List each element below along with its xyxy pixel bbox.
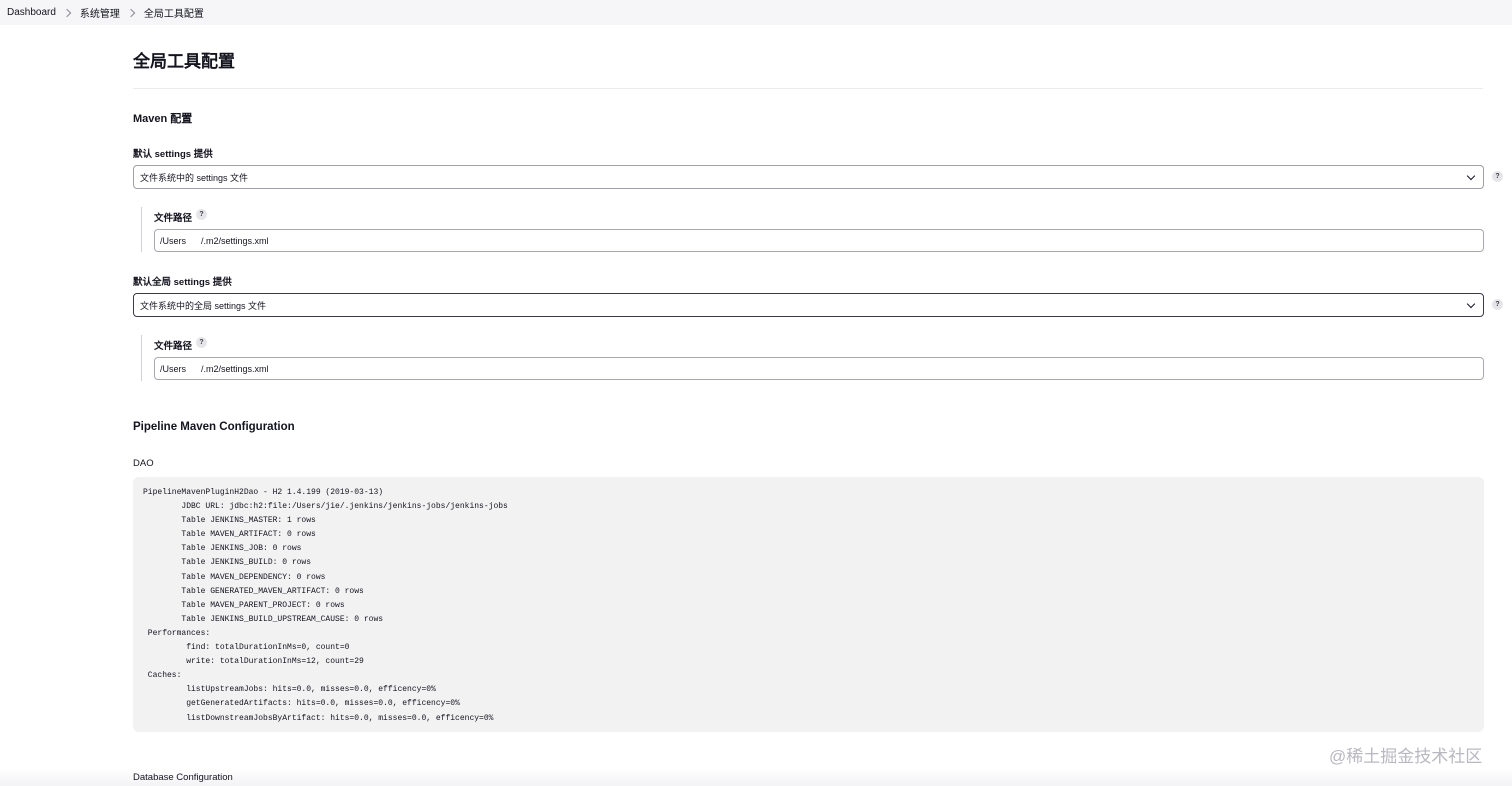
- title-divider: [133, 88, 1483, 89]
- nested-indent-bar: [141, 207, 142, 252]
- global-settings-file-path-input[interactable]: [154, 357, 1484, 380]
- dao-info-line: Table MAVEN_ARTIFACT: 0 rows: [143, 530, 316, 540]
- chevron-down-icon: [1466, 299, 1476, 309]
- page-title: 全局工具配置: [133, 52, 235, 71]
- dao-info-line: Caches:: [143, 671, 182, 681]
- dao-info-line: getGeneratedArtifacts: hits=0.0, misses=…: [143, 699, 460, 709]
- dao-info-line: Table GENERATED_MAVEN_ARTIFACT: 0 rows: [143, 586, 364, 596]
- breadcrumb-global-tool-config[interactable]: 全局工具配置: [144, 5, 204, 20]
- settings-file-path-label: 文件路径: [154, 213, 193, 224]
- chevron-right-icon: [62, 8, 72, 17]
- database-configuration-label: Database Configuration: [133, 772, 233, 783]
- default-global-settings-label: 默认全局 settings 提供: [133, 277, 232, 288]
- default-global-settings-selected-value: 文件系统中的全局 settings 文件: [140, 300, 267, 311]
- nested-indent-bar: [141, 335, 142, 381]
- default-settings-label: 默认 settings 提供: [133, 149, 213, 160]
- default-settings-select[interactable]: 文件系统中的 settings 文件: [133, 165, 1484, 189]
- default-settings-help-icon[interactable]: ?: [1492, 171, 1503, 182]
- dao-info-line: Table JENKINS_MASTER: 1 rows: [143, 516, 316, 526]
- breadcrumb: Dashboard 系统管理 全局工具配置: [0, 0, 1512, 25]
- dao-info-line: Table JENKINS_BUILD_UPSTREAM_CAUSE: 0 ro…: [143, 614, 384, 624]
- global-settings-file-path-help-icon[interactable]: ?: [196, 337, 207, 348]
- settings-file-path-help-icon[interactable]: ?: [196, 209, 207, 220]
- dao-info-line: Table MAVEN_PARENT_PROJECT: 0 rows: [143, 600, 345, 610]
- breadcrumb-dashboard[interactable]: Dashboard: [7, 7, 56, 18]
- default-global-settings-select[interactable]: 文件系统中的全局 settings 文件: [133, 293, 1484, 317]
- dao-info-line: JDBC URL: jdbc:h2:file:/Users/jie/.jenki…: [143, 502, 508, 512]
- dao-info-line: Table MAVEN_DEPENDENCY: 0 rows: [143, 572, 326, 582]
- chevron-down-icon: [1466, 171, 1476, 181]
- dao-info-line: find: totalDurationInMs=0, count=0: [143, 643, 350, 653]
- dao-info-line: Performances:: [143, 628, 211, 638]
- maven-section-title: Maven 配置: [133, 113, 193, 125]
- pipeline-section-title: Pipeline Maven Configuration: [133, 421, 295, 433]
- dao-label: DAO: [133, 458, 154, 469]
- default-settings-selected-value: 文件系统中的 settings 文件: [140, 172, 249, 183]
- chevron-right-icon: [126, 8, 136, 17]
- watermark: @稀土掘金技术社区: [1329, 747, 1483, 766]
- settings-file-path-input[interactable]: [154, 229, 1484, 252]
- breadcrumb-system-management[interactable]: 系统管理: [80, 5, 120, 20]
- dao-info-block: PipelineMavenPluginH2Dao - H2 1.4.199 (2…: [133, 477, 1484, 732]
- dao-info-line: PipelineMavenPluginH2Dao - H2 1.4.199 (2…: [143, 488, 384, 497]
- dao-info-line: Table JENKINS_JOB: 0 rows: [143, 544, 302, 554]
- global-settings-file-path-label: 文件路径: [154, 341, 193, 352]
- default-global-settings-help-icon[interactable]: ?: [1492, 299, 1503, 310]
- dao-info-line: listDownstreamJobsByArtifact: hits=0.0, …: [143, 713, 494, 723]
- dao-info-line: listUpstreamJobs: hits=0.0, misses=0.0, …: [143, 685, 436, 695]
- dao-info-line: write: totalDurationInMs=12, count=29: [143, 657, 364, 667]
- dao-info-line: Table JENKINS_BUILD: 0 rows: [143, 558, 312, 568]
